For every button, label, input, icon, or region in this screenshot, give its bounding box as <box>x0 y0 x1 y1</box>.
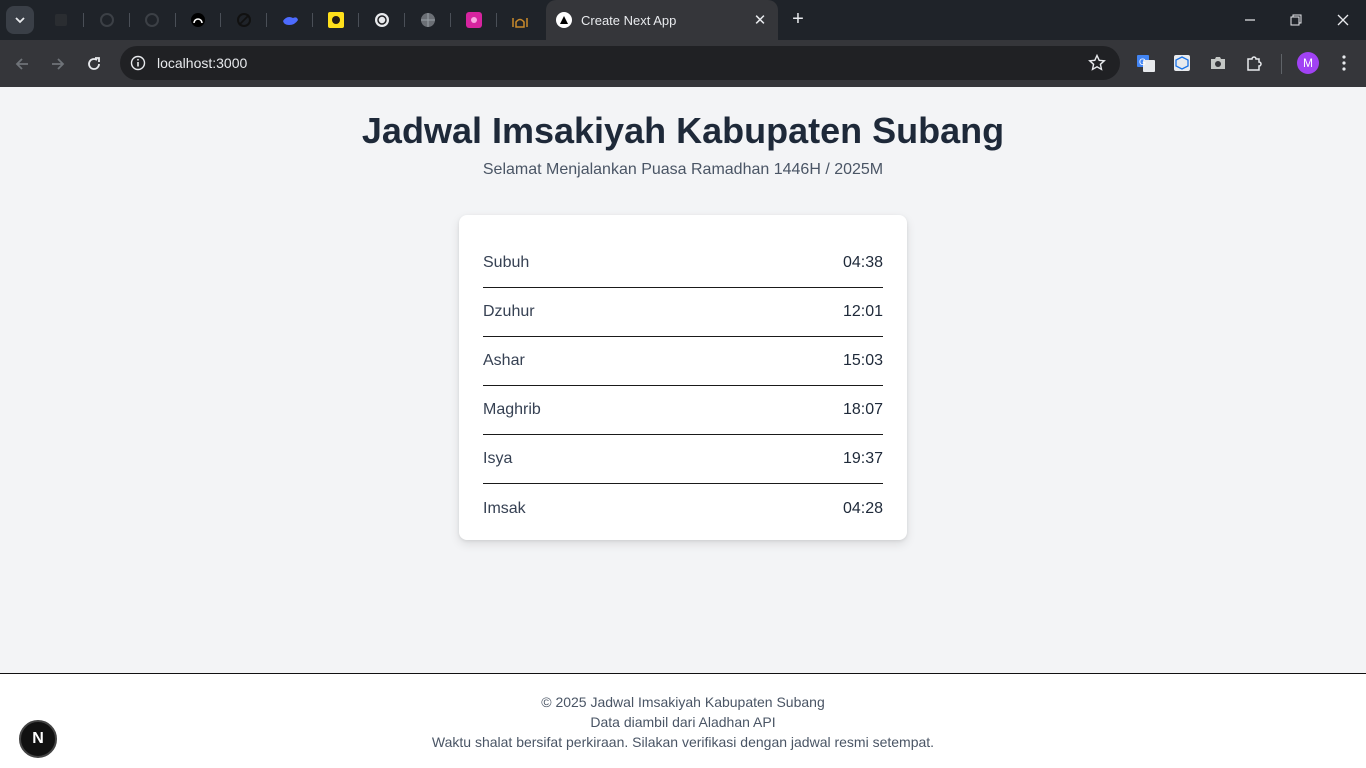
prayer-name: Ashar <box>483 352 525 369</box>
info-icon[interactable] <box>130 55 146 71</box>
footer-copyright: © 2025 Jadwal Imsakiyah Kabupaten Subang <box>541 694 825 710</box>
tab-divider <box>404 13 405 27</box>
page-title: Jadwal Imsakiyah Kabupaten Subang <box>361 110 1005 151</box>
reload-button[interactable] <box>82 52 106 76</box>
site-favicon-icon <box>55 14 67 26</box>
page-subtitle: Selamat Menjalankan Puasa Ramadhan 1446H… <box>482 161 884 178</box>
restore-icon <box>1290 14 1302 26</box>
page-viewport: Jadwal Imsakiyah Kabupaten Subang Selama… <box>0 87 1366 768</box>
extensions-menu[interactable] <box>1244 53 1264 73</box>
footer-source: Data diambil dari Aladhan API <box>590 714 776 730</box>
schedule-row-maghrib: Maghrib 18:07 <box>483 386 883 435</box>
close-tab-icon[interactable]: ✕ <box>752 11 768 29</box>
tab-divider <box>266 13 267 27</box>
screenshot-extension[interactable] <box>1208 53 1228 73</box>
schedule-row-imsak: Imsak 04:28 <box>483 484 883 533</box>
star-icon[interactable] <box>1088 54 1106 72</box>
tab-title: Create Next App <box>581 12 677 28</box>
whale-icon <box>283 17 298 25</box>
pinned-tab[interactable] <box>50 9 72 31</box>
pinned-tab[interactable] <box>371 9 393 31</box>
schedule-row-isya: Isya 19:37 <box>483 435 883 484</box>
minimize-icon <box>1245 19 1255 21</box>
prayer-name: Subuh <box>483 254 530 271</box>
puzzle-icon <box>1247 56 1262 71</box>
circle-slash-icon <box>237 13 251 27</box>
toolbar-divider <box>1281 54 1282 74</box>
schedule-card: Subuh 04:38 Dzuhur 12:01 Ashar 15:03 Mag… <box>459 215 907 540</box>
pinned-tab[interactable] <box>417 9 439 31</box>
page-footer: © 2025 Jadwal Imsakiyah Kabupaten Subang… <box>0 673 1366 768</box>
camera-icon <box>1211 57 1225 69</box>
pinned-tab[interactable] <box>233 9 255 31</box>
arrow-right-icon <box>52 58 65 70</box>
prayer-time: 04:28 <box>842 499 883 517</box>
footer-disclaimer: Waktu shalat bersifat perkiraan. Silakan… <box>431 734 935 750</box>
address-bar[interactable]: localhost:3000 <box>120 46 1120 80</box>
loading-icon <box>145 13 159 27</box>
nextjs-dev-indicator[interactable]: N <box>19 720 57 758</box>
prayer-time: 04:38 <box>842 254 883 271</box>
schedule-row-ashar: Ashar 15:03 <box>483 337 883 386</box>
reload-icon <box>88 57 100 70</box>
extension-button[interactable] <box>1172 53 1192 73</box>
globe-icon <box>421 13 435 27</box>
schedule-row-subuh: Subuh 04:38 <box>483 239 883 288</box>
tab-divider <box>175 13 176 27</box>
pinned-tab[interactable] <box>187 9 209 31</box>
tab-divider <box>220 13 221 27</box>
loading-icon <box>100 13 114 27</box>
translate-icon: G <box>1137 55 1155 72</box>
restore-button[interactable] <box>1284 8 1308 32</box>
back-button[interactable] <box>10 52 34 76</box>
pinned-tab[interactable] <box>279 9 301 31</box>
pinned-tab[interactable] <box>96 9 118 31</box>
prayer-time: 12:01 <box>842 303 883 320</box>
tab-divider <box>496 13 497 27</box>
mosque-icon <box>512 18 528 28</box>
more-vertical-icon <box>1342 55 1346 71</box>
arc-logo-icon <box>191 13 205 27</box>
prayer-time: 18:07 <box>842 401 883 418</box>
active-tab[interactable]: Create Next App ✕ <box>546 0 778 40</box>
prayer-time: 19:37 <box>842 450 883 467</box>
tab-divider <box>450 13 451 27</box>
nextjs-favicon-icon <box>556 12 572 28</box>
tab-divider <box>83 13 84 27</box>
tab-divider <box>358 13 359 27</box>
tab-search-button[interactable] <box>6 6 34 34</box>
cube-icon <box>1174 55 1190 71</box>
close-icon <box>1337 14 1349 26</box>
openai-icon <box>375 13 389 27</box>
pinned-tab[interactable] <box>141 9 163 31</box>
browser-toolbar: localhost:3000 G M <box>0 40 1366 87</box>
profile-avatar[interactable]: M <box>1297 52 1319 74</box>
close-window-button[interactable] <box>1331 8 1355 32</box>
tab-divider <box>312 13 313 27</box>
prayer-name: Imsak <box>483 499 526 517</box>
pinned-tab[interactable] <box>325 9 347 31</box>
pinned-tab[interactable] <box>509 9 531 31</box>
browser-menu[interactable] <box>1334 53 1354 73</box>
app-logo-icon <box>466 12 482 28</box>
prayer-name: Maghrib <box>483 401 541 418</box>
url-text[interactable]: localhost:3000 <box>157 55 247 71</box>
prayer-time: 15:03 <box>842 352 883 369</box>
svg-text:G: G <box>1139 57 1146 67</box>
new-tab-button[interactable]: + <box>786 8 810 32</box>
prayer-name: Isya <box>483 450 513 467</box>
mailchimp-icon <box>328 12 344 28</box>
tab-strip: Create Next App ✕ + <box>0 0 1366 40</box>
forward-button[interactable] <box>46 52 70 76</box>
arrow-left-icon <box>15 58 28 70</box>
pinned-tab[interactable] <box>463 9 485 31</box>
translate-extension[interactable]: G <box>1136 53 1156 73</box>
minimize-button[interactable] <box>1238 8 1262 32</box>
tab-divider <box>129 13 130 27</box>
prayer-name: Dzuhur <box>483 303 535 320</box>
schedule-row-dzuhur: Dzuhur 12:01 <box>483 288 883 337</box>
chevron-down-icon <box>15 17 25 24</box>
